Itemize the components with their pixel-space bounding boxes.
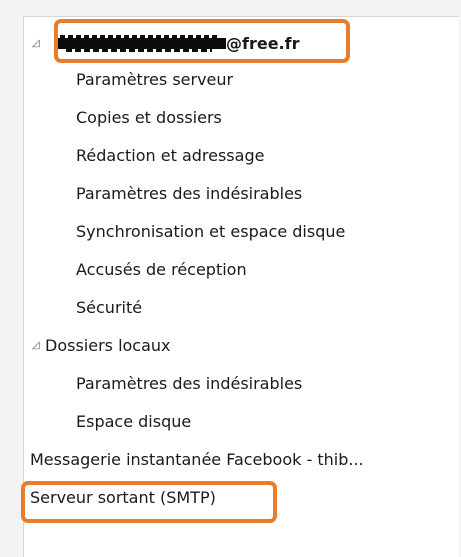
tree-item-local-folders[interactable]: Dossiers locaux bbox=[45, 333, 171, 359]
account-email-suffix: @free.fr bbox=[226, 34, 300, 53]
tree-item-copies-folders[interactable]: Copies et dossiers bbox=[76, 105, 222, 131]
tree-item-local-junk-settings[interactable]: Paramètres des indésirables bbox=[76, 371, 302, 397]
tree-item-account[interactable]: @free.fr bbox=[56, 31, 299, 57]
tree-item-composition-addressing[interactable]: Rédaction et adressage bbox=[76, 143, 264, 169]
tree-item-return-receipts[interactable]: Accusés de réception bbox=[76, 257, 247, 283]
account-tree-panel: ◿ @free.fr Paramètres serveur Copies et … bbox=[21, 16, 459, 557]
tree-item-local-disk-space[interactable]: Espace disque bbox=[76, 409, 191, 435]
redacted-email-username bbox=[56, 34, 226, 52]
tree-item-junk-settings[interactable]: Paramètres des indésirables bbox=[76, 181, 302, 207]
tree-item-sync-disk-space[interactable]: Synchronisation et espace disque bbox=[76, 219, 345, 245]
tree-item-server-settings[interactable]: Paramètres serveur bbox=[76, 67, 233, 93]
tree-item-smtp-server[interactable]: Serveur sortant (SMTP) bbox=[30, 485, 216, 511]
tree-item-facebook-chat[interactable]: Messagerie instantanée Facebook - thib..… bbox=[30, 447, 364, 473]
collapse-triangle-icon[interactable]: ◿ bbox=[32, 31, 42, 57]
collapse-triangle-icon[interactable]: ◿ bbox=[32, 333, 42, 359]
window-background: ◿ @free.fr Paramètres serveur Copies et … bbox=[0, 0, 461, 557]
tree-item-security[interactable]: Sécurité bbox=[76, 295, 142, 321]
